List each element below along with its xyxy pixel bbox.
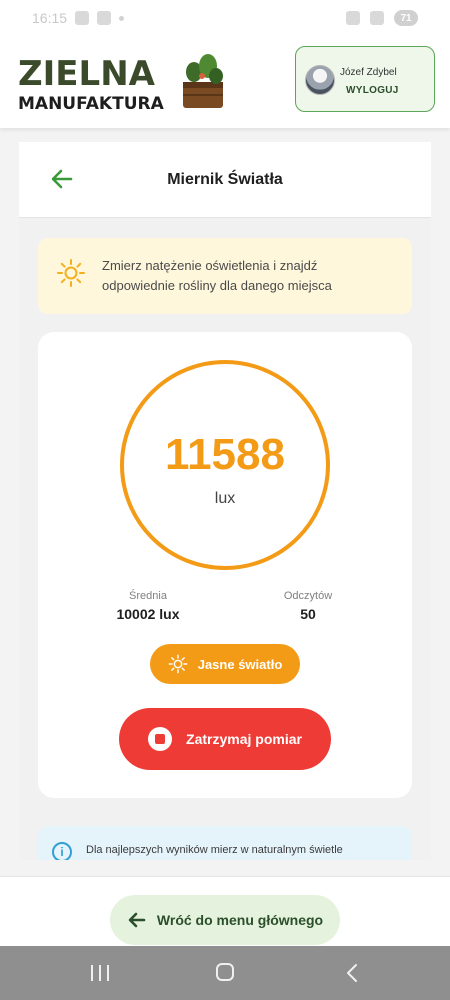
hint-box: Zmierz natężenie oświetlenia i znajdź od… bbox=[38, 238, 412, 314]
user-name: Józef Zdybel bbox=[340, 67, 397, 78]
clock: 16:15 bbox=[32, 10, 68, 26]
average-value: 10002 lux bbox=[116, 606, 180, 622]
dot-icon bbox=[119, 15, 125, 21]
readings-value: 50 bbox=[300, 606, 316, 622]
notification-icon bbox=[75, 11, 90, 25]
bottom-bar: Wróć do menu głównego bbox=[0, 876, 450, 946]
readings-stat: Odczytów 50 bbox=[238, 590, 378, 622]
app-header: ZIELNA MANUFAKTURA Józef Zdybel WYLOGUJ bbox=[0, 36, 450, 128]
battery-icon: 71 bbox=[394, 10, 418, 26]
light-level-label: Jasne światło bbox=[197, 656, 283, 672]
tip-box: i Dla najlepszych wyników mierz w natura… bbox=[38, 826, 412, 860]
wifi-icon bbox=[370, 11, 384, 25]
lux-unit: lux bbox=[214, 490, 236, 507]
back-to-menu-label: Wróć do menu głównego bbox=[156, 912, 324, 928]
hint-text: Zmierz natężenie oświetlenia i znajdź od… bbox=[102, 258, 332, 293]
logo-text-line1: ZIELNA bbox=[18, 54, 155, 94]
page-title: Miernik Światła bbox=[167, 171, 283, 188]
mute-icon bbox=[346, 11, 360, 25]
back-icon[interactable] bbox=[345, 963, 359, 983]
info-icon: i bbox=[52, 842, 72, 860]
meter-card: 11588 lux Średnia 10002 lux Odczytów 50 … bbox=[38, 332, 412, 798]
stop-icon bbox=[148, 727, 173, 751]
light-meter-panel: Miernik Światła Zmierz natężenie oświetl… bbox=[19, 142, 431, 860]
lux-reading: 11588 bbox=[165, 430, 285, 479]
stop-button-label: Zatrzymaj pomiar bbox=[186, 731, 302, 747]
average-label: Średnia bbox=[129, 590, 167, 602]
system-nav-bar bbox=[0, 946, 450, 1000]
light-level-badge: Jasne światło bbox=[150, 644, 300, 684]
sun-icon bbox=[168, 654, 188, 674]
lux-gauge: 11588 lux bbox=[120, 360, 330, 570]
recent-apps-icon[interactable] bbox=[91, 965, 109, 981]
logo-text-line2: MANUFAKTURA bbox=[18, 94, 164, 114]
avatar[interactable] bbox=[305, 65, 335, 95]
sun-icon bbox=[57, 259, 85, 287]
app-icon bbox=[97, 11, 112, 25]
back-arrow-icon[interactable] bbox=[49, 166, 75, 192]
user-panel: Józef Zdybel WYLOGUJ bbox=[295, 46, 435, 112]
plant-box-icon bbox=[183, 54, 223, 108]
home-icon[interactable] bbox=[216, 963, 234, 981]
average-stat: Średnia 10002 lux bbox=[78, 590, 218, 622]
tip-text: Dla najlepszych wyników mierz w naturaln… bbox=[86, 844, 343, 856]
readings-label: Odczytów bbox=[283, 590, 333, 602]
logout-button[interactable]: WYLOGUJ bbox=[346, 85, 399, 96]
back-to-menu-button[interactable]: Wróć do menu głównego bbox=[110, 895, 340, 945]
arrow-left-icon bbox=[128, 912, 146, 928]
top-bar: Miernik Światła bbox=[19, 142, 431, 218]
status-bar: 16:15 71 bbox=[0, 0, 450, 36]
stop-measurement-button[interactable]: Zatrzymaj pomiar bbox=[119, 708, 331, 770]
logo[interactable]: ZIELNA MANUFAKTURA bbox=[18, 50, 228, 120]
